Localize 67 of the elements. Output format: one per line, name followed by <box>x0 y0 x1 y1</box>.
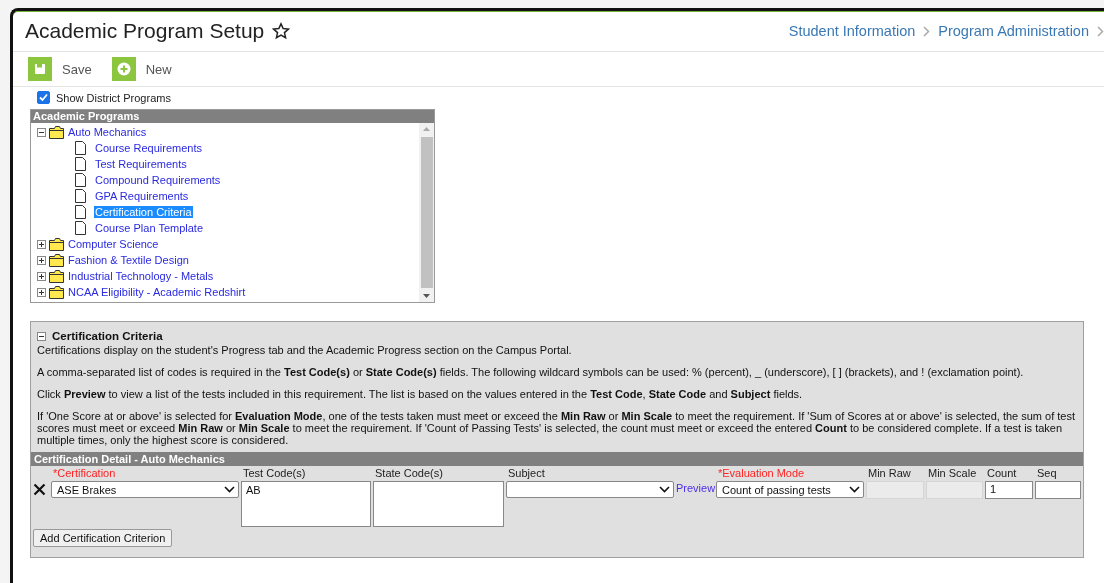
document-icon <box>75 157 86 171</box>
scrollbar[interactable] <box>419 123 434 302</box>
preview-link[interactable]: Preview <box>676 481 716 494</box>
chevron-icon <box>1097 25 1104 37</box>
breadcrumb-link[interactable]: Student Information <box>788 23 916 39</box>
breadcrumb-link[interactable]: Program Administration <box>938 23 1089 39</box>
add-icon <box>116 62 131 76</box>
folder-icon <box>49 269 64 283</box>
help-text: A comma-separated list of codes is required in the Test Code(s) or State Code(s) fields. The following wildcard symbols can be used: % (percent), _ (underscore), [ ] (brackets), and ! (exclamation point). <box>36 366 1025 378</box>
tree-item[interactable]: Fashion & Textile Design <box>67 254 190 266</box>
folder-icon <box>49 237 64 251</box>
tree-item[interactable]: Compound Requirements <box>94 174 222 186</box>
seq-field[interactable] <box>1035 481 1081 499</box>
help-text: Click Preview to view a list of the tests included in this requirement. The list is based on the values entered in the Test Code, State Code and Subject fields. <box>36 388 804 400</box>
column-header: Subject <box>507 466 546 481</box>
show-district-programs-checkbox[interactable]: Show District Programs <box>37 91 1104 104</box>
collapse-icon[interactable] <box>37 127 46 137</box>
delete-icon[interactable] <box>33 483 46 496</box>
count-field[interactable]: 1 <box>985 481 1033 499</box>
column-header: State Code(s) <box>374 466 444 481</box>
folder-icon <box>49 253 64 267</box>
subject-select[interactable] <box>506 481 674 498</box>
chevron-icon <box>923 25 931 37</box>
folder-icon <box>49 125 64 139</box>
collapse-icon[interactable] <box>37 331 46 341</box>
new-button[interactable]: New <box>111 57 172 81</box>
state-codes-field[interactable] <box>373 481 504 527</box>
tree-item[interactable]: Computer Science <box>67 238 160 250</box>
expand-icon[interactable] <box>37 239 46 249</box>
scroll-down-icon[interactable] <box>423 294 430 298</box>
section-title: Certification Criteria <box>52 330 163 342</box>
tree-item[interactable]: Industrial Technology - Metals <box>67 270 215 282</box>
document-icon <box>75 189 86 203</box>
expand-icon[interactable] <box>37 287 46 297</box>
tree-item[interactable]: Auto Mechanics <box>67 126 148 138</box>
document-icon <box>75 205 86 219</box>
tree-item[interactable]: Course Requirements <box>94 142 203 154</box>
certification-select[interactable]: ASE Brakes <box>51 481 239 498</box>
document-icon <box>75 221 86 235</box>
column-header: Seq <box>1036 466 1058 481</box>
tree-item[interactable]: GPA Requirements <box>94 190 190 202</box>
tree-header: Academic Programs <box>31 110 434 123</box>
column-header: Count <box>986 466 1018 481</box>
tree-item[interactable]: Course Plan Template <box>94 222 205 234</box>
tree-item[interactable]: NCAA Eligibility - Academic Redshirt <box>67 286 247 298</box>
column-header: *Evaluation Mode <box>717 466 806 481</box>
tree-item[interactable]: Test Requirements <box>94 158 188 170</box>
test-codes-field[interactable]: AB <box>241 481 371 527</box>
save-button[interactable]: Save <box>28 57 92 81</box>
column-header: Min Scale <box>927 466 978 481</box>
help-text: Certifications display on the student's Progress tab and the Academic Progress section on the Campus Portal. <box>36 344 573 356</box>
evaluation-mode-select[interactable]: Count of passing tests <box>716 481 864 498</box>
expand-icon[interactable] <box>37 255 46 265</box>
column-header: Test Code(s) <box>242 466 307 481</box>
column-header: *Certification <box>52 466 117 481</box>
star-icon[interactable] <box>272 22 291 40</box>
folder-icon <box>49 285 64 299</box>
help-text: If 'One Score at or above' is selected for Evaluation Mode, one of the tests taken must meet or exceed the Min Raw or Min Scale to meet the requirement. If 'Sum of Scores at or above' is selected, the sum of test scores must meet or exceed Min Raw or Min Scale to meet the requirement. If 'Count of Passing Tests' is selected, the count must meet or exceed the entered Count to be considered complete. If a test is taken multiple times, only the highest score is considered. <box>36 410 1077 446</box>
document-icon <box>75 141 86 155</box>
expand-icon[interactable] <box>37 271 46 281</box>
column-header: Min Raw <box>867 466 912 481</box>
save-icon <box>34 63 46 75</box>
add-certification-button[interactable]: Add Certification Criterion <box>33 529 173 547</box>
page-title: Academic Program Setup <box>25 19 291 43</box>
document-icon <box>75 173 86 187</box>
checkmark-icon <box>39 93 48 102</box>
detail-header: Certification Detail - Auto Mechanics <box>31 452 1083 466</box>
